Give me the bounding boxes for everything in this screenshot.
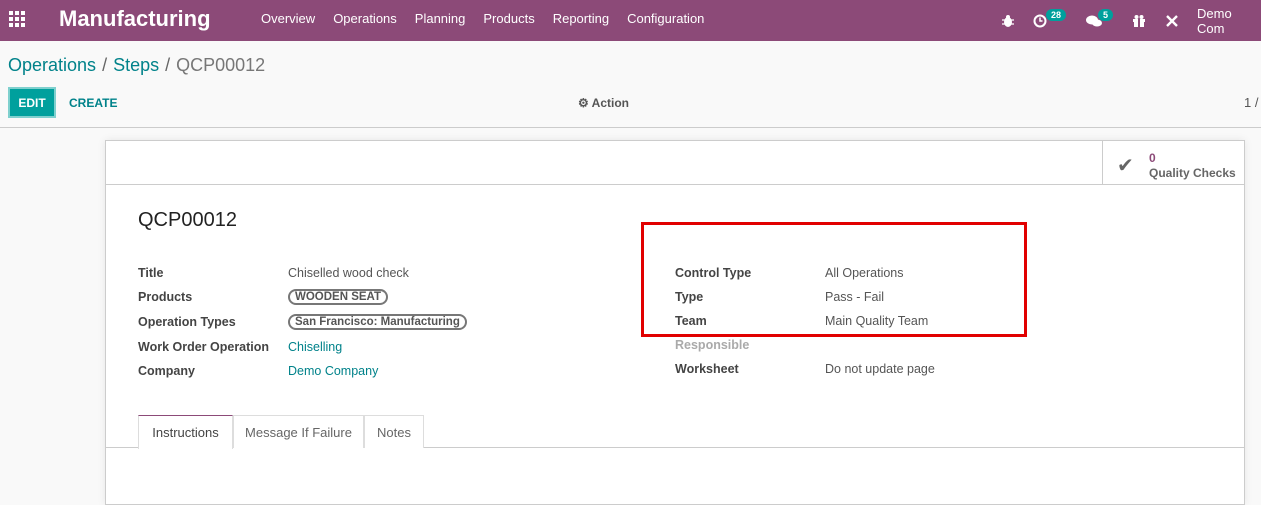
- create-button[interactable]: CREATE: [69, 96, 117, 110]
- form-sheet: ✔ 0 Quality Checks QCP00012 Title Chisel…: [105, 140, 1245, 505]
- breadcrumb-steps[interactable]: Steps: [113, 55, 159, 75]
- menu-planning[interactable]: Planning: [406, 0, 475, 41]
- chat-icon[interactable]: [1086, 0, 1102, 41]
- tools-icon[interactable]: [1165, 0, 1179, 41]
- field-label-title: Title: [138, 266, 164, 280]
- quality-checks-label: Quality Checks: [1149, 166, 1236, 180]
- field-label-responsible: Responsible: [675, 338, 750, 352]
- gear-icon: ⚙: [578, 96, 589, 110]
- breadcrumb-separator: /: [102, 55, 108, 75]
- menu-configuration[interactable]: Configuration: [618, 0, 713, 41]
- breadcrumb: Operations / Steps / QCP00012: [8, 55, 265, 76]
- breadcrumb-operations[interactable]: Operations: [8, 55, 96, 75]
- notebook-tabs: Instructions Message If Failure Notes: [106, 415, 1244, 449]
- menu-reporting[interactable]: Reporting: [544, 0, 618, 41]
- field-label-work-order-operation: Work Order Operation: [138, 340, 270, 354]
- menu-operations[interactable]: Operations: [324, 0, 406, 41]
- edit-button[interactable]: EDIT: [8, 87, 56, 118]
- pager[interactable]: 1 /: [1244, 95, 1258, 110]
- top-navbar: Manufacturing Overview Operations Planni…: [0, 0, 1261, 41]
- button-box: ✔ 0 Quality Checks: [106, 141, 1244, 185]
- bug-icon[interactable]: [1001, 0, 1015, 41]
- menu-overview[interactable]: Overview: [252, 0, 324, 41]
- quality-checks-count: 0: [1149, 151, 1156, 165]
- operation-type-tag[interactable]: San Francisco: Manufacturing: [288, 314, 467, 330]
- breadcrumb-separator: /: [165, 55, 171, 75]
- activity-count-badge: 28: [1046, 9, 1067, 21]
- tab-notes[interactable]: Notes: [364, 415, 424, 448]
- control-panel-divider: [0, 127, 1261, 128]
- field-value-title: Chiselled wood check: [288, 266, 409, 280]
- product-tag[interactable]: WOODEN SEAT: [288, 289, 389, 305]
- action-label: Action: [591, 96, 629, 110]
- field-label-products: Products: [138, 290, 193, 304]
- quality-checks-button[interactable]: ✔ 0 Quality Checks: [1102, 141, 1244, 185]
- breadcrumb-current: QCP00012: [176, 55, 266, 75]
- work-order-operation-link[interactable]: Chiselling: [288, 340, 342, 354]
- apps-grid-icon[interactable]: [9, 11, 25, 27]
- menu-products[interactable]: Products: [474, 0, 543, 41]
- main-menu: Overview Operations Planning Products Re…: [252, 0, 713, 41]
- company-link[interactable]: Demo Company: [288, 364, 378, 378]
- field-label-operation-types: Operation Types: [138, 315, 236, 329]
- action-menu-button[interactable]: ⚙ Action: [578, 96, 629, 110]
- record-name: QCP00012: [138, 209, 237, 231]
- activity-clock-icon[interactable]: [1033, 0, 1047, 41]
- field-label-company: Company: [138, 364, 195, 378]
- tab-instructions[interactable]: Instructions: [138, 415, 233, 449]
- field-value-worksheet: Do not update page: [825, 362, 935, 376]
- tab-message-if-failure[interactable]: Message If Failure: [233, 415, 364, 448]
- app-title[interactable]: Manufacturing: [59, 6, 211, 32]
- field-label-worksheet: Worksheet: [675, 362, 739, 376]
- gift-icon[interactable]: [1132, 0, 1146, 41]
- checkmark-icon: ✔: [1117, 155, 1134, 177]
- message-count-badge: 5: [1098, 9, 1114, 21]
- highlight-box: [641, 222, 1027, 337]
- company-switcher[interactable]: Demo Com: [1197, 0, 1261, 41]
